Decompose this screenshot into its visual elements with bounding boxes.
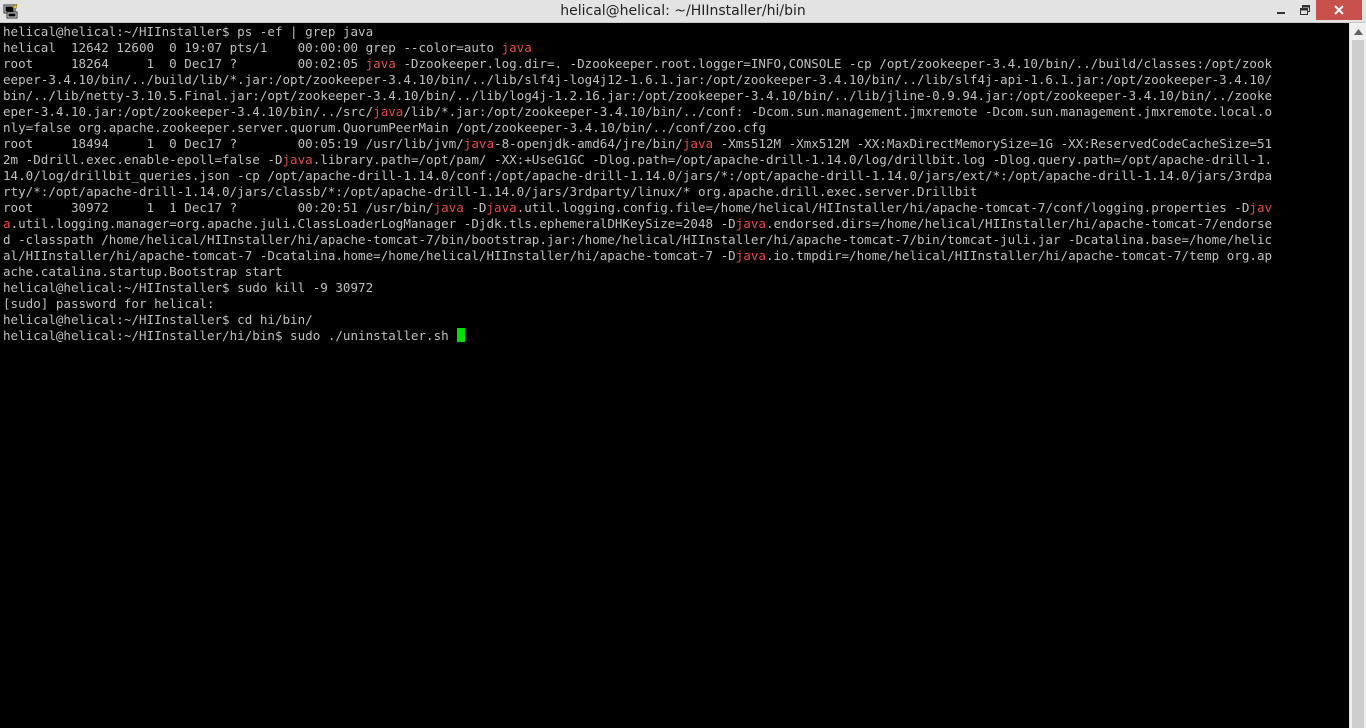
terminal-line: root 18264 1 0 Dec17 ? 00:02:05 java -Dz… — [3, 56, 1273, 71]
restore-icon — [1300, 5, 1310, 15]
scroll-up-button[interactable] — [1350, 23, 1366, 40]
terminal-line: helical@helical:~/HIInstaller$ cd hi/bin… — [3, 312, 313, 327]
grep-match: a — [3, 216, 11, 231]
grep-match: java — [501, 40, 532, 55]
scroll-thumb[interactable] — [1352, 40, 1364, 728]
terminal-line: helical 12642 12600 0 19:07 pts/1 00:00:… — [3, 40, 532, 55]
grep-match: java — [486, 200, 517, 215]
terminal-line: eeper-3.4.10/bin/../build/lib/*.jar:/opt… — [3, 72, 1273, 87]
terminal-line: bin/../lib/netty-3.10.5.Final.jar:/opt/z… — [3, 88, 1273, 103]
vertical-scrollbar[interactable] — [1349, 23, 1366, 728]
text-cursor — [457, 328, 466, 342]
terminal-line: eper-3.4.10.jar:/opt/zookeeper-3.4.10/bi… — [3, 104, 1273, 119]
terminal-line: root 18494 1 0 Dec17 ? 00:05:19 /usr/lib… — [3, 136, 1273, 151]
terminal-line: helical@helical:~/HIInstaller/hi/bin$ su… — [3, 328, 1349, 344]
terminal-line: al/HIInstaller/hi/apache-tomcat-7 -Dcata… — [3, 248, 1273, 263]
terminal-line: helical@helical:~/HIInstaller$ ps -ef | … — [3, 24, 374, 39]
terminal-line: helical@helical:~/HIInstaller$ sudo kill… — [3, 280, 374, 295]
terminal-line: ache.catalina.startup.Bootstrap start — [3, 264, 283, 279]
window-title: helical@helical: ~/HIInstaller/hi/bin — [560, 3, 806, 19]
close-icon — [1334, 5, 1344, 15]
grep-match: java — [373, 104, 404, 119]
terminal-output[interactable]: helical@helical:~/HIInstaller$ ps -ef | … — [0, 23, 1349, 728]
grep-match: java — [682, 136, 714, 151]
grep-match: java — [735, 216, 766, 231]
terminal-line: rty/*:/opt/apache-drill-1.14.0/jars/clas… — [3, 184, 978, 199]
grep-match: java — [735, 248, 766, 263]
restore-button[interactable] — [1294, 0, 1316, 20]
terminal-line: 14.0/log/drillbit_queries.json -cp /opt/… — [3, 168, 1273, 183]
grep-match: java — [433, 200, 464, 215]
grep-match: java — [282, 152, 313, 167]
title-bar[interactable]: helical@helical: ~/HIInstaller/hi/bin — [0, 0, 1366, 23]
terminal-line: 2m -Ddrill.exec.enable-epoll=false -Djav… — [3, 152, 1273, 167]
terminal-window: helical@helical: ~/HIInstaller/hi/bin he… — [0, 0, 1366, 728]
grep-match: jav — [1249, 200, 1273, 215]
minimize-button[interactable] — [1268, 0, 1294, 20]
terminal-text: helical@helical:~/HIInstaller$ ps -ef | … — [0, 23, 1349, 344]
arrow-up-icon — [1353, 28, 1363, 35]
terminal-line: a.util.logging.manager=org.apache.juli.C… — [3, 216, 1273, 231]
terminal-line: root 30972 1 1 Dec17 ? 00:20:51 /usr/bin… — [3, 200, 1273, 215]
terminal-line: [sudo] password for helical: — [3, 296, 215, 311]
terminal-line: nly=false org.apache.zookeeper.server.qu… — [3, 120, 766, 135]
terminal-line: d -classpath /home/helical/HIInstaller/h… — [3, 232, 1273, 247]
grep-match: java — [463, 136, 495, 151]
minimize-icon — [1277, 12, 1285, 14]
close-button[interactable] — [1316, 0, 1362, 20]
grep-match: java — [365, 56, 396, 71]
